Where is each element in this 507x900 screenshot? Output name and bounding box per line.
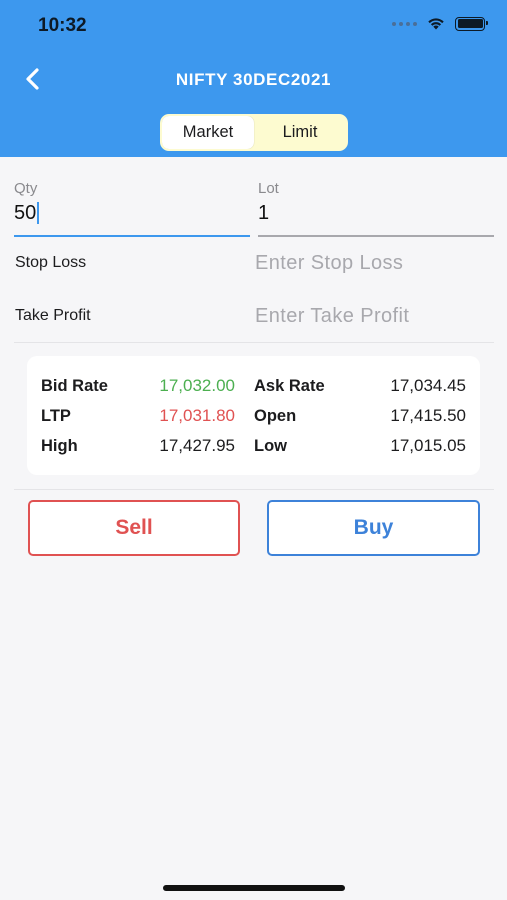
tab-limit[interactable]: Limit [254,116,346,149]
open-label: Open [254,407,297,425]
high-value: 17,427.95 [159,436,235,455]
home-indicator [163,885,345,891]
ltp-value: 17,031.80 [159,406,235,425]
qty-label: Qty [14,180,38,197]
high-label: High [41,437,78,455]
cellular-signal-icon [392,21,417,26]
ltp-label: LTP [41,407,71,425]
qty-underline [14,235,250,237]
stop-loss-label: Stop Loss [15,254,87,271]
divider [14,342,494,343]
battery-icon [455,16,488,31]
bid-rate-label: Bid Rate [41,377,108,395]
lot-label: Lot [258,180,279,197]
lot-input[interactable]: 1 [258,202,269,225]
header: 10:32 NIFTY 30DEC2021 Market Limit [0,0,507,157]
quote-card: Bid Rate 17,032.00 Ask Rate 17,034.45 LT… [27,356,480,475]
lot-field[interactable]: Lot 1 [258,180,494,226]
qty-field[interactable]: Qty 50 [14,180,250,226]
divider [14,489,494,490]
stop-loss-input[interactable]: Enter Stop Loss [255,252,403,275]
low-label: Low [254,437,287,455]
bid-rate-value: 17,032.00 [159,376,235,395]
order-type-toggle: Market Limit [160,114,348,151]
sell-button[interactable]: Sell [28,500,240,556]
qty-input[interactable]: 50 [14,202,36,225]
take-profit-label: Take Profit [15,307,91,324]
open-value: 17,415.50 [390,406,466,425]
order-screen: 10:32 NIFTY 30DEC2021 Market Limit Qty 5… [0,0,507,900]
ask-rate-value: 17,034.45 [390,376,466,395]
take-profit-input[interactable]: Enter Take Profit [255,305,409,328]
wifi-icon [428,18,444,30]
ask-rate-label: Ask Rate [254,377,325,395]
text-cursor [37,202,40,224]
status-icons [392,16,488,31]
lot-underline [258,235,494,237]
status-time: 10:32 [38,15,87,36]
tab-market[interactable]: Market [162,116,254,149]
low-value: 17,015.05 [390,436,466,455]
page-title: NIFTY 30DEC2021 [175,70,332,89]
buy-button[interactable]: Buy [267,500,480,556]
